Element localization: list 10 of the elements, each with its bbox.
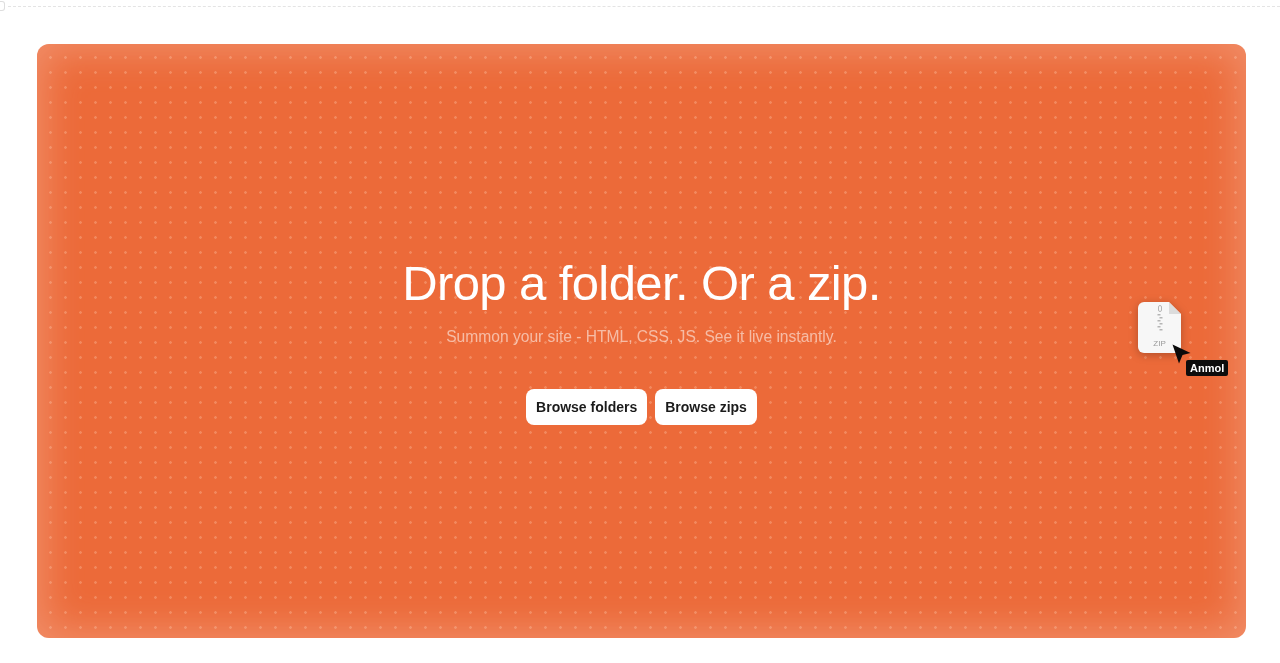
drop-zone-subtitle: Summon your site - HTML, CSS, JS. See it live instantly. [446,328,837,346]
zipper-icon [1156,305,1163,331]
drop-zone[interactable]: Drop a folder. Or a zip. Summon your site - HTML, CSS, JS. See it live instantly. Browse folders Browse zips ZIP Anmol [37,44,1246,638]
drop-zone-title: Drop a folder. Or a zip. [402,257,881,309]
file-type-label: ZIP [1153,339,1166,348]
cursor-name-tag: Anmol [1186,360,1229,376]
browse-button[interactable]: Browse folders [526,389,648,425]
folded-corner-icon [1169,302,1181,314]
cursor-arrow-icon [1172,344,1191,364]
browse-button[interactable]: Browse zips [655,389,757,425]
